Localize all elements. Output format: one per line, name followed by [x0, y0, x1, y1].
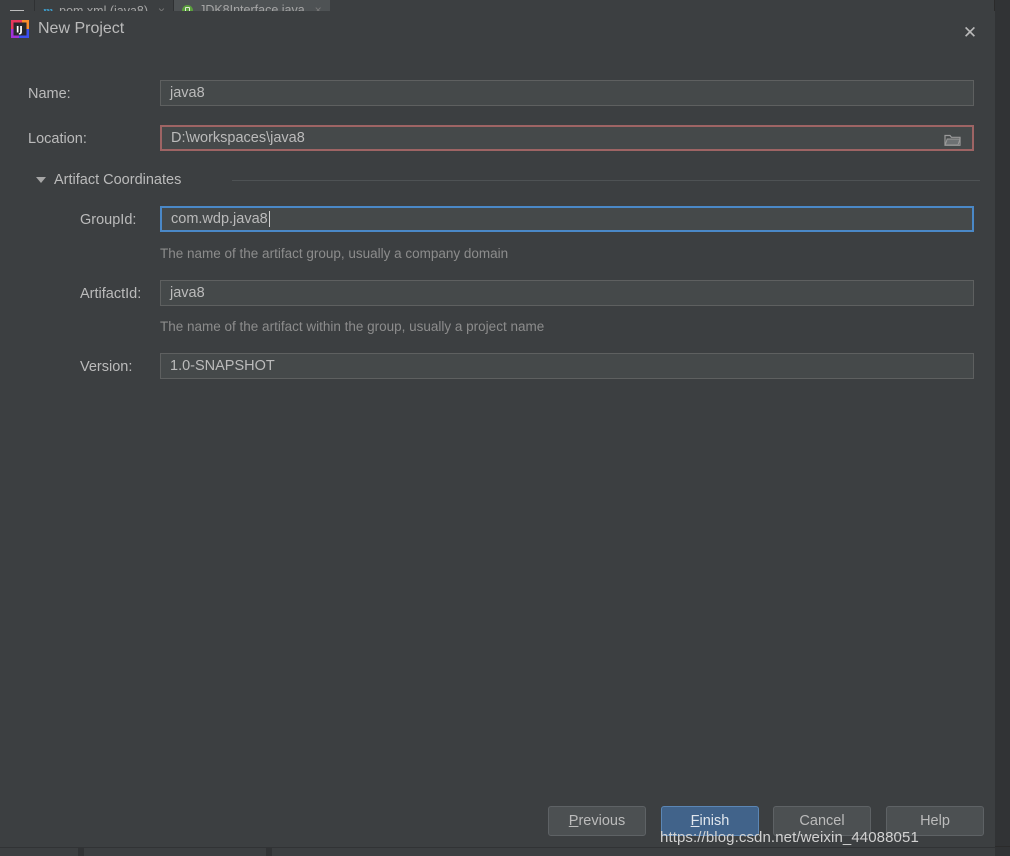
finish-button-label: Finish: [691, 813, 730, 829]
artifactid-hint: The name of the artifact within the grou…: [160, 319, 545, 334]
previous-button[interactable]: Previous: [548, 806, 646, 836]
ide-status-bar: [0, 846, 1010, 856]
location-label: Location:: [28, 131, 87, 147]
artifact-coordinates-label: Artifact Coordinates: [54, 172, 182, 188]
finish-rest: inish: [699, 813, 730, 829]
status-bar-cell: [0, 848, 78, 856]
folder-icon[interactable]: [940, 130, 964, 150]
groupid-label: GroupId:: [80, 212, 137, 228]
watermark-text: https://blog.csdn.net/weixin_44088051: [660, 829, 919, 846]
chevron-down-icon: [36, 177, 46, 183]
svg-text:IJ: IJ: [16, 26, 23, 36]
dialog-title-bar: IJ New Project ✕: [0, 11, 995, 48]
groupid-value: com.wdp.java8: [171, 211, 268, 227]
artifact-coordinates-section-header[interactable]: Artifact Coordinates: [36, 171, 181, 189]
groupid-input[interactable]: com.wdp.java8: [160, 206, 974, 232]
finish-mnemonic: F: [690, 813, 700, 829]
status-bar-cell: [84, 848, 266, 856]
artifactid-input[interactable]: java8: [160, 280, 974, 306]
page-title: New Project: [38, 20, 125, 37]
version-input[interactable]: 1.0-SNAPSHOT: [160, 353, 974, 379]
previous-mnemonic: P: [568, 813, 579, 829]
text-caret: [268, 211, 270, 227]
artifactid-label: ArtifactId:: [80, 286, 142, 302]
previous-rest: revious: [578, 813, 626, 829]
status-bar-cell: [272, 848, 995, 856]
intellij-idea-logo-icon: IJ: [10, 19, 30, 39]
close-icon[interactable]: ✕: [959, 21, 981, 43]
section-divider: [232, 180, 980, 181]
name-label: Name:: [28, 86, 71, 102]
groupid-hint: The name of the artifact group, usually …: [160, 246, 509, 261]
new-project-dialog: IJ New Project ✕ Name: java8 Location: D…: [0, 11, 995, 847]
name-input[interactable]: java8: [160, 80, 974, 106]
ide-right-edge: [994, 0, 1010, 856]
location-input[interactable]: D:\workspaces\java8: [160, 125, 974, 151]
version-label: Version:: [80, 359, 133, 375]
previous-button-label: Previous: [569, 813, 625, 829]
